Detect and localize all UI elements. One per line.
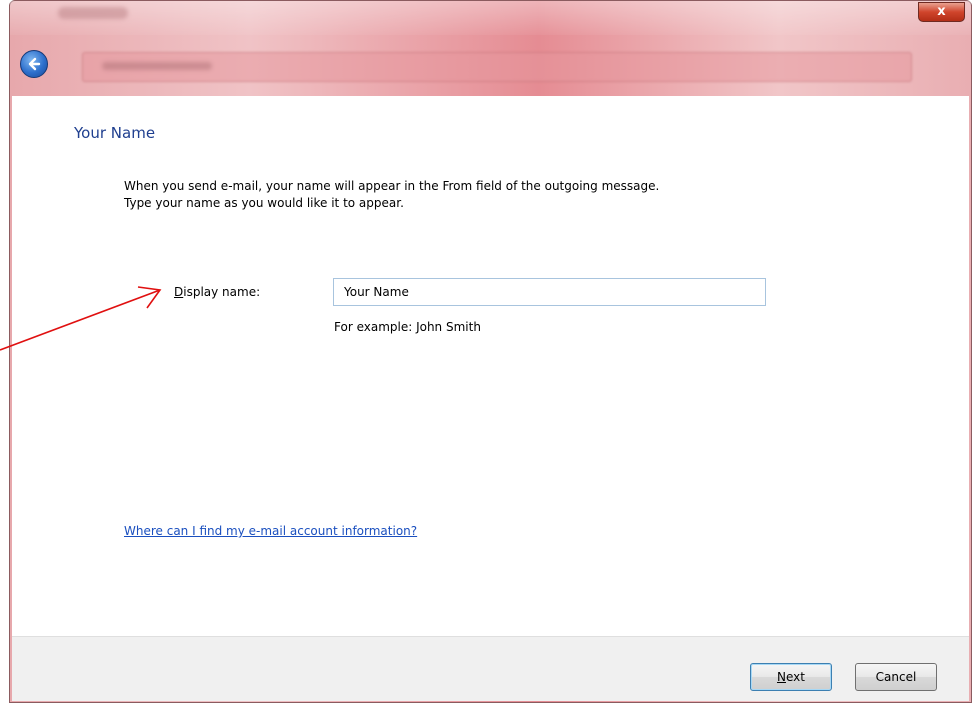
navigation-bar <box>10 35 971 96</box>
wizard-content: Your Name When you send e-mail, your nam… <box>12 96 969 636</box>
display-name-label-text: isplay name: <box>183 285 261 299</box>
next-button[interactable]: Next <box>750 663 832 691</box>
next-button-accelerator: N <box>777 670 786 684</box>
description-line-2: Type your name as you would like it to a… <box>124 196 404 210</box>
cancel-button[interactable]: Cancel <box>855 663 937 691</box>
description: When you send e-mail, your name will app… <box>124 178 659 212</box>
display-name-label: Display name: <box>174 285 260 299</box>
back-arrow-icon <box>28 57 41 71</box>
display-name-label-accelerator: D <box>174 285 184 299</box>
address-text-blurred <box>102 62 212 70</box>
window-title-blurred <box>58 7 128 19</box>
display-name-example: For example: John Smith <box>334 320 481 334</box>
page: x Your Name When you send e-mail, your n… <box>0 0 976 707</box>
page-title: Your Name <box>74 124 156 142</box>
dialog-window: x Your Name When you send e-mail, your n… <box>9 0 972 703</box>
back-button[interactable] <box>20 50 48 78</box>
display-name-input[interactable] <box>333 278 766 306</box>
title-bar: x <box>10 1 971 35</box>
description-line-1: When you send e-mail, your name will app… <box>124 179 660 193</box>
button-bar: Next Cancel <box>12 636 969 701</box>
close-button[interactable]: x <box>918 2 965 22</box>
close-icon: x <box>937 4 946 19</box>
account-info-help-link[interactable]: Where can I find my e-mail account infor… <box>124 524 417 538</box>
next-button-label: ext <box>786 670 805 684</box>
